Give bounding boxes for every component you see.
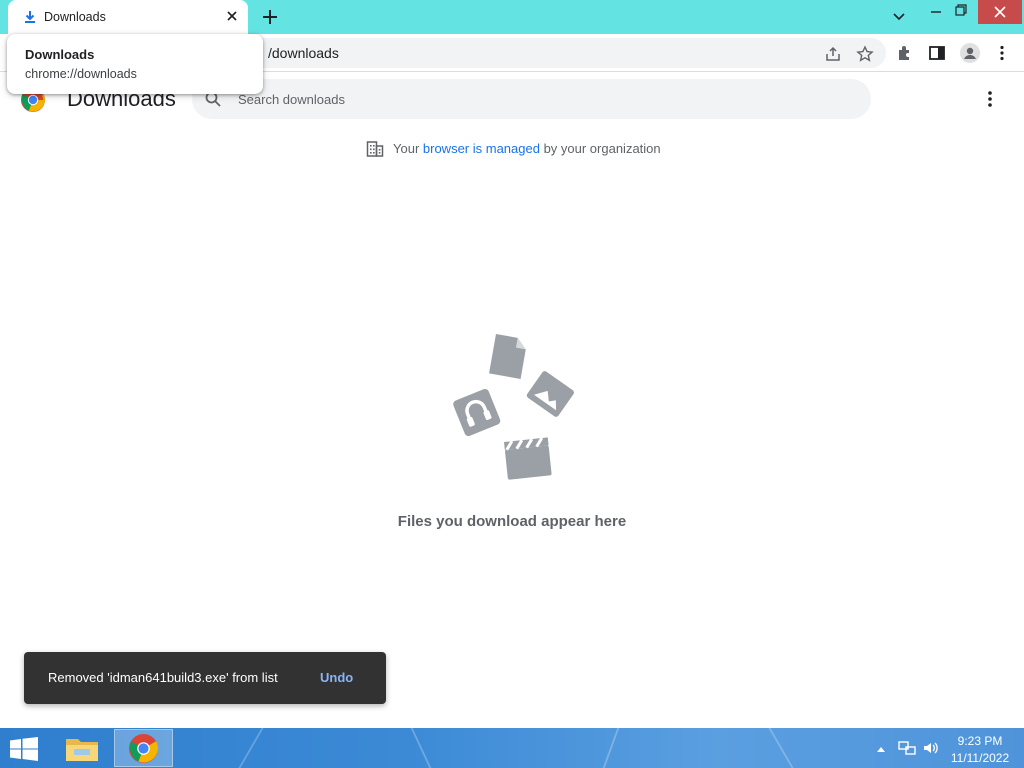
video-icon [504, 437, 552, 480]
hover-card-title: Downloads [25, 47, 95, 62]
profile-icon[interactable] [960, 43, 980, 63]
share-icon[interactable] [824, 45, 842, 63]
empty-downloads-illustration [453, 334, 574, 480]
wallpaper-streak [410, 728, 432, 768]
more-vert-icon[interactable] [980, 89, 1000, 109]
tab-downloads[interactable]: Downloads [8, 0, 248, 34]
managed-prefix: Your [393, 141, 423, 156]
close-icon[interactable] [224, 8, 240, 24]
plus-icon[interactable] [260, 7, 280, 27]
side-panel-icon[interactable] [928, 44, 946, 62]
search-input[interactable] [236, 79, 836, 119]
managed-link[interactable]: browser is managed [423, 141, 540, 156]
maximize-icon[interactable] [953, 0, 969, 24]
download-icon [25, 11, 35, 23]
tab-title: Downloads [44, 10, 106, 24]
window-close-icon[interactable] [978, 0, 1022, 24]
snackbar: Removed 'idman641build3.exe' from list U… [24, 652, 386, 704]
taskbar-chrome-button[interactable] [114, 729, 173, 767]
undo-button[interactable]: Undo [320, 670, 353, 685]
extensions-icon[interactable] [896, 44, 914, 62]
show-hidden-icons-icon[interactable] [876, 745, 886, 753]
chevron-down-icon[interactable] [888, 6, 910, 28]
clock-date[interactable]: 11/11/2022 [948, 751, 1012, 765]
hover-card-url: chrome://downloads [25, 67, 137, 81]
document-icon [489, 334, 526, 379]
tab-strip: Downloads [0, 0, 1024, 34]
address-text: /downloads [268, 45, 339, 61]
tab-hover-card: Downloads chrome://downloads [7, 34, 263, 94]
snackbar-message: Removed 'idman641build3.exe' from list [48, 670, 278, 685]
star-icon[interactable] [856, 45, 874, 63]
volume-icon[interactable] [922, 740, 940, 756]
empty-state-message: Files you download appear here [397, 513, 627, 530]
audio-icon [453, 388, 501, 437]
clock-time[interactable]: 9:23 PM [948, 734, 1012, 748]
wallpaper-streak [602, 728, 620, 768]
windows-start-icon[interactable] [10, 737, 38, 761]
minimize-icon[interactable] [928, 0, 944, 24]
wallpaper-streak [238, 728, 264, 768]
building-icon [366, 141, 384, 157]
wallpaper-streak [768, 728, 794, 768]
search-box[interactable] [192, 79, 871, 119]
managed-suffix: by your organization [539, 141, 661, 156]
file-explorer-icon[interactable] [60, 731, 104, 767]
chrome-logo-icon [129, 734, 158, 763]
image-icon [526, 371, 574, 417]
windows-taskbar [0, 728, 1024, 768]
network-icon[interactable] [898, 740, 916, 756]
more-vert-icon[interactable] [993, 44, 1011, 62]
